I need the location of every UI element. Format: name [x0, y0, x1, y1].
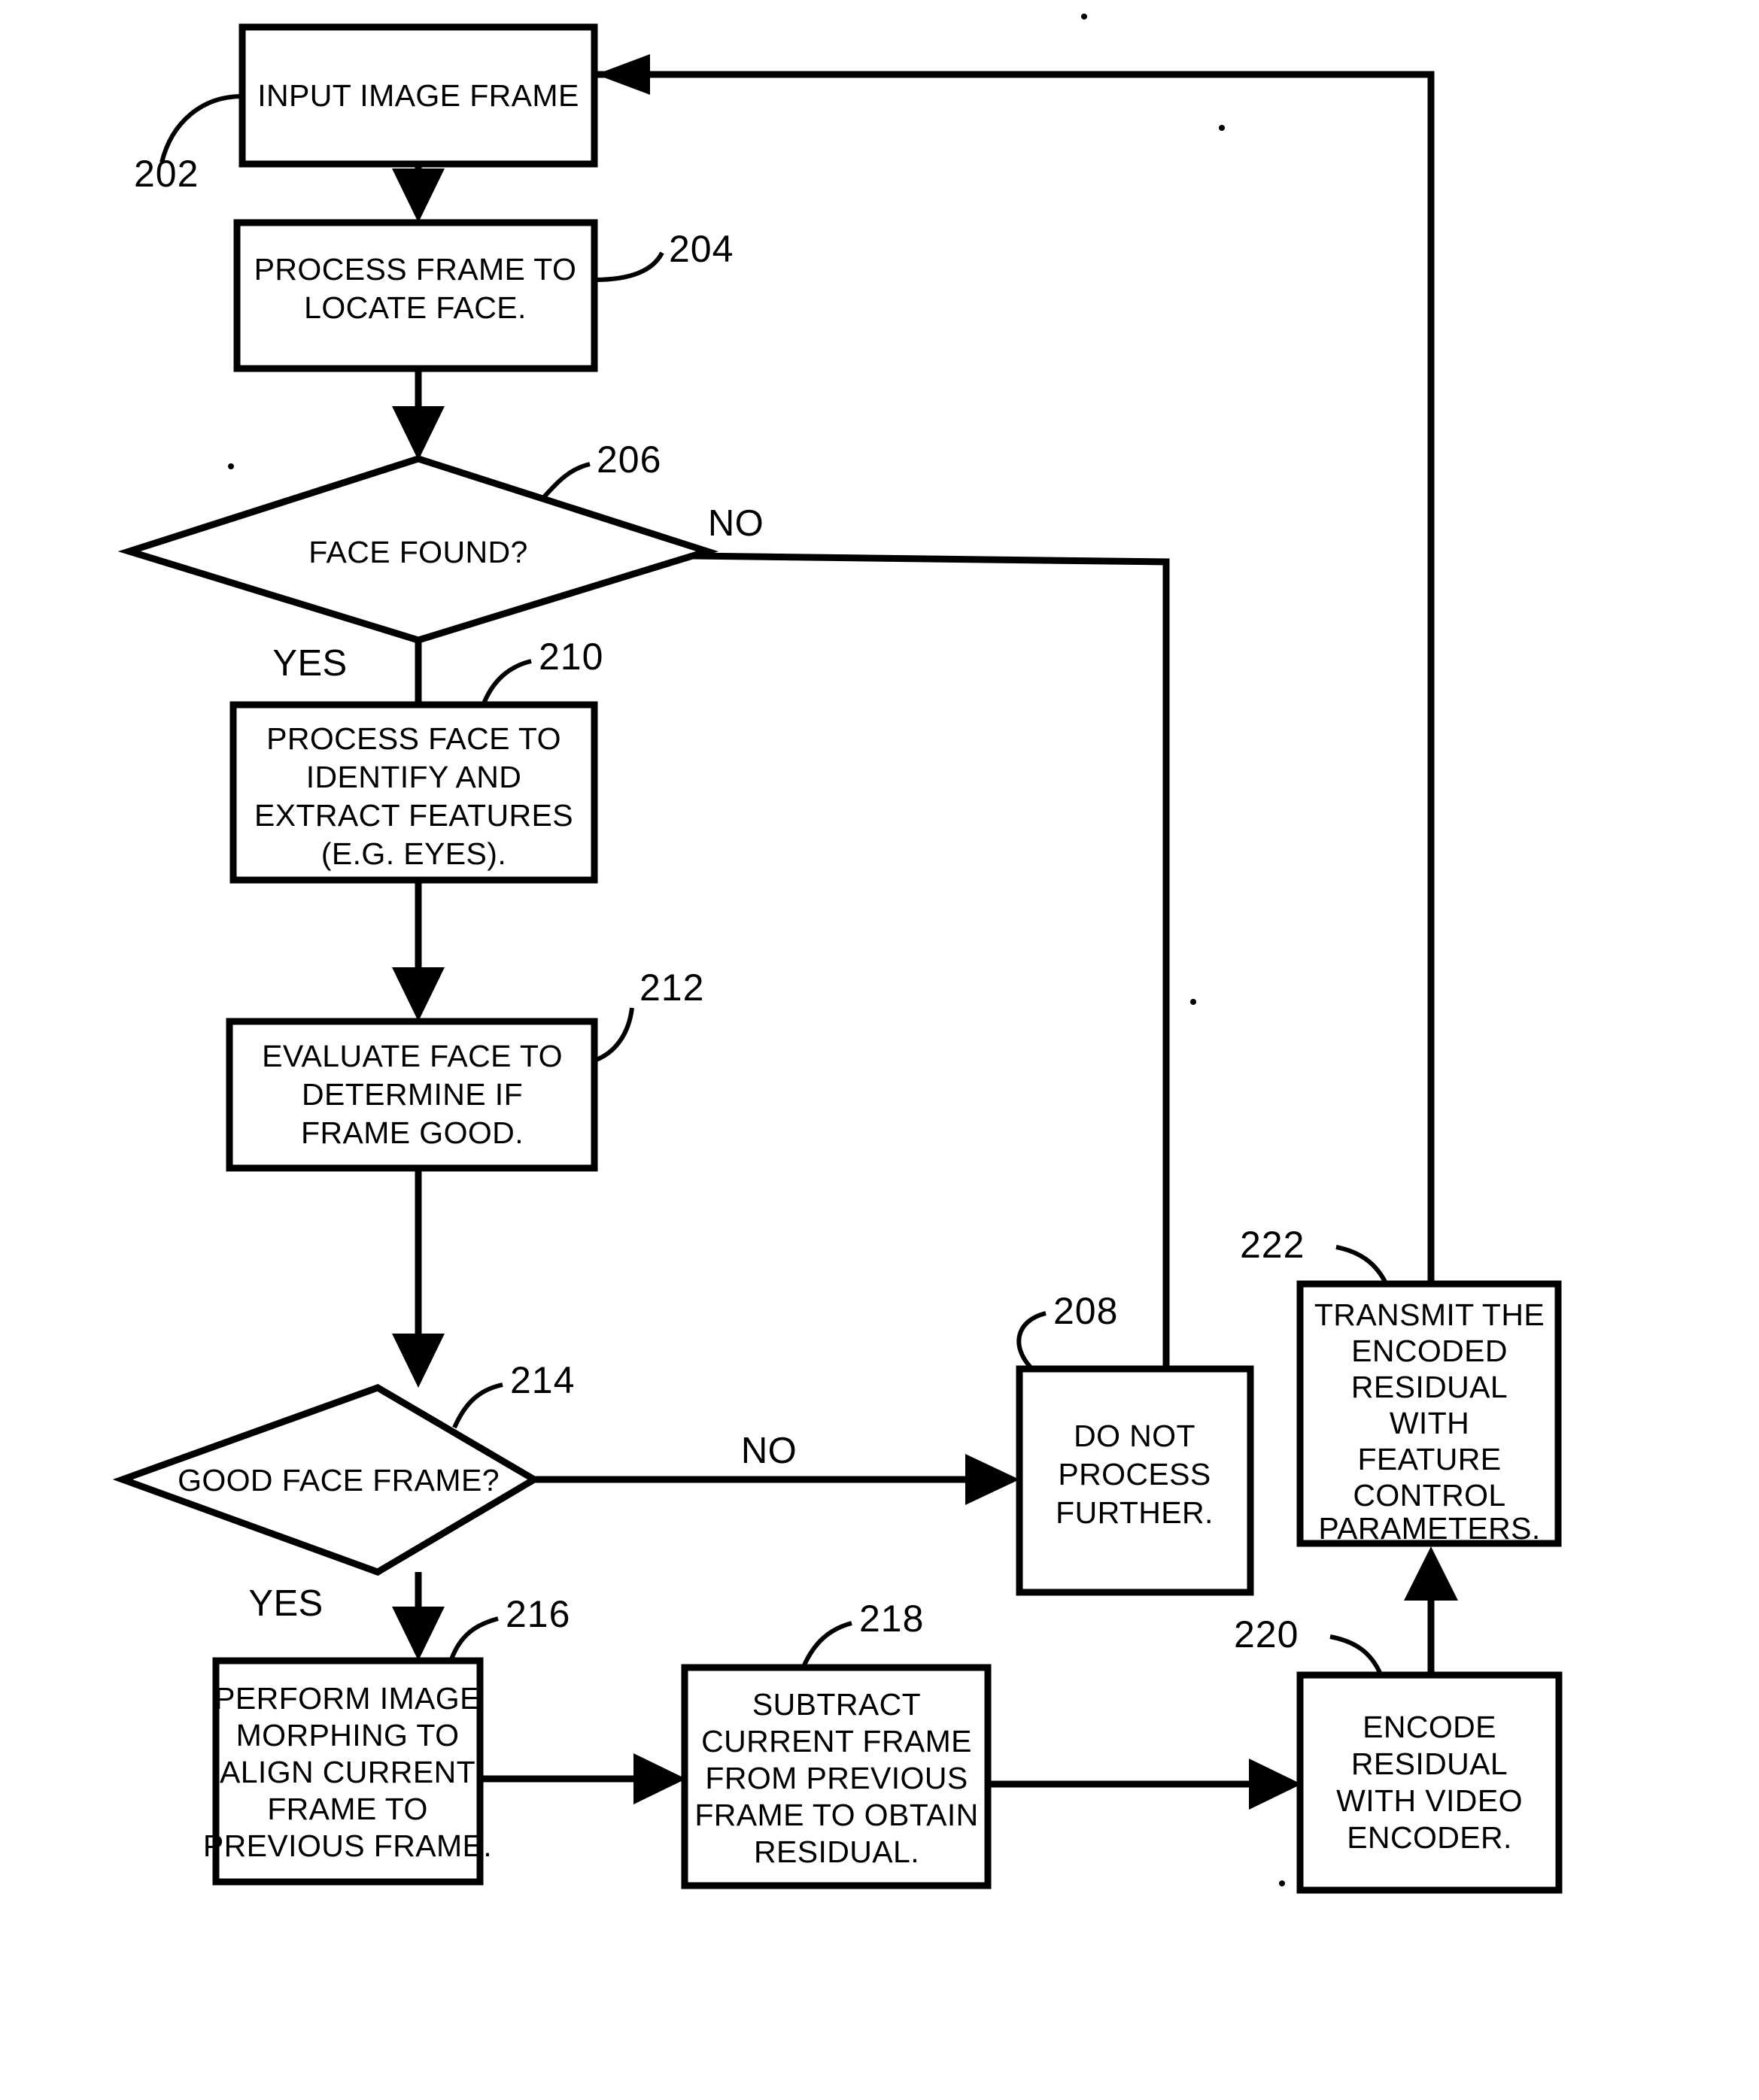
svg-text:FRAME TO OBTAIN: FRAME TO OBTAIN — [694, 1798, 978, 1832]
svg-text:212: 212 — [639, 967, 704, 1009]
edge-210-to-212 — [392, 880, 445, 1021]
edge-202-to-204 — [392, 164, 445, 223]
svg-text:218: 218 — [859, 1598, 924, 1640]
svg-text:IDENTIFY AND: IDENTIFY AND — [306, 760, 522, 794]
svg-text:PARAMETERS.: PARAMETERS. — [1318, 1511, 1540, 1546]
svg-text:208: 208 — [1053, 1290, 1118, 1332]
svg-text:INPUT IMAGE FRAME: INPUT IMAGE FRAME — [257, 78, 579, 113]
svg-text:MORPHING TO: MORPHING TO — [236, 1718, 460, 1753]
edge-204-to-206 — [392, 369, 445, 460]
node-202-label: INPUT IMAGE FRAME — [257, 78, 579, 113]
branch-label-no-206: NO — [708, 503, 764, 544]
svg-text:SUBTRACT: SUBTRACT — [752, 1687, 921, 1722]
svg-text:FACE FOUND?: FACE FOUND? — [308, 535, 527, 569]
svg-text:FRAME GOOD.: FRAME GOOD. — [301, 1115, 524, 1150]
svg-text:ENCODER.: ENCODER. — [1347, 1820, 1512, 1855]
svg-text:204: 204 — [669, 228, 734, 270]
svg-text:WITH VIDEO: WITH VIDEO — [1336, 1783, 1523, 1818]
node-220-box — [1296, 1671, 1563, 1894]
branch-label-yes-214: YES — [248, 1583, 323, 1624]
node-206-label: FACE FOUND? — [308, 535, 527, 569]
edge-218-to-220 — [988, 1759, 1302, 1810]
svg-text:FROM PREVIOUS: FROM PREVIOUS — [705, 1761, 968, 1795]
svg-text:220: 220 — [1234, 1613, 1299, 1655]
ref-204: 204 — [594, 228, 734, 282]
svg-text:FRAME TO: FRAME TO — [267, 1792, 428, 1826]
svg-text:ENCODE: ENCODE — [1363, 1710, 1496, 1744]
ref-218: 218 — [801, 1598, 924, 1668]
node-216-label: PERFORM IMAGE MORPHING TO ALIGN CURRENT … — [203, 1681, 492, 1863]
svg-text:PERFORM IMAGE: PERFORM IMAGE — [214, 1681, 481, 1716]
branch-label-no-214: NO — [741, 1431, 797, 1471]
svg-text:EXTRACT FEATURES: EXTRACT FEATURES — [254, 798, 573, 833]
ref-222: 222 — [1240, 1224, 1388, 1285]
ref-210: 210 — [481, 636, 603, 707]
svg-text:RESIDUAL: RESIDUAL — [1351, 1746, 1508, 1781]
scan-speck — [1279, 1880, 1285, 1886]
svg-text:210: 210 — [539, 636, 603, 678]
scan-speck — [1081, 14, 1087, 20]
ref-206: 206 — [539, 439, 661, 502]
svg-text:216: 216 — [506, 1593, 570, 1635]
svg-text:EVALUATE FACE TO: EVALUATE FACE TO — [262, 1039, 563, 1073]
svg-text:TRANSMIT THE: TRANSMIT THE — [1314, 1297, 1545, 1332]
svg-text:DO NOT: DO NOT — [1074, 1419, 1195, 1453]
svg-text:LOCATE FACE.: LOCATE FACE. — [304, 290, 527, 325]
svg-text:222: 222 — [1240, 1224, 1305, 1266]
svg-text:202: 202 — [134, 153, 199, 195]
svg-text:ALIGN CURRENT: ALIGN CURRENT — [220, 1755, 475, 1789]
node-214-label: GOOD FACE FRAME? — [178, 1463, 500, 1498]
edge-212-to-214 — [392, 1168, 445, 1388]
edge-220-to-222 — [1404, 1546, 1458, 1675]
svg-text:RESIDUAL.: RESIDUAL. — [754, 1834, 919, 1869]
svg-text:PROCESS: PROCESS — [1058, 1457, 1211, 1492]
ref-216: 216 — [449, 1593, 570, 1661]
svg-text:PROCESS FACE TO: PROCESS FACE TO — [266, 721, 561, 756]
node-208-label: DO NOT PROCESS FURTHER. — [1056, 1419, 1214, 1530]
svg-text:(E.G. EYES).: (E.G. EYES). — [321, 836, 506, 871]
svg-text:FURTHER.: FURTHER. — [1056, 1495, 1214, 1530]
ref-214: 214 — [452, 1359, 575, 1429]
edge-214-to-216 — [392, 1572, 445, 1661]
flowchart-canvas: INPUT IMAGE FRAME PROCESS FRAME TO LOCAT… — [112, 14, 1563, 1894]
svg-text:PROCESS FRAME TO: PROCESS FRAME TO — [254, 252, 577, 287]
svg-text:CURRENT FRAME: CURRENT FRAME — [701, 1724, 972, 1759]
svg-text:RESIDUAL: RESIDUAL — [1351, 1370, 1508, 1404]
svg-text:WITH: WITH — [1390, 1406, 1469, 1440]
flowchart-figure: INPUT IMAGE FRAME PROCESS FRAME TO LOCAT… — [0, 0, 1759, 2100]
svg-text:FEATURE: FEATURE — [1357, 1442, 1501, 1476]
ref-212: 212 — [593, 967, 704, 1063]
svg-text:206: 206 — [597, 439, 661, 481]
svg-text:ENCODED: ENCODED — [1351, 1334, 1508, 1368]
svg-text:GOOD FACE FRAME?: GOOD FACE FRAME? — [178, 1463, 500, 1498]
svg-text:DETERMINE IF: DETERMINE IF — [302, 1077, 523, 1112]
scan-speck — [1219, 125, 1225, 131]
ref-208: 208 — [1016, 1290, 1118, 1370]
ref-220: 220 — [1234, 1613, 1383, 1676]
branch-label-yes-206: YES — [272, 643, 347, 684]
ref-202: 202 — [134, 94, 243, 195]
svg-text:CONTROL: CONTROL — [1353, 1478, 1505, 1513]
scan-speck — [1190, 999, 1196, 1005]
svg-text:214: 214 — [510, 1359, 575, 1401]
scan-speck — [228, 463, 234, 469]
svg-text:PREVIOUS FRAME.: PREVIOUS FRAME. — [203, 1828, 492, 1863]
edge-216-to-218 — [480, 1753, 686, 1804]
node-212-label: EVALUATE FACE TO DETERMINE IF FRAME GOOD… — [262, 1039, 563, 1150]
